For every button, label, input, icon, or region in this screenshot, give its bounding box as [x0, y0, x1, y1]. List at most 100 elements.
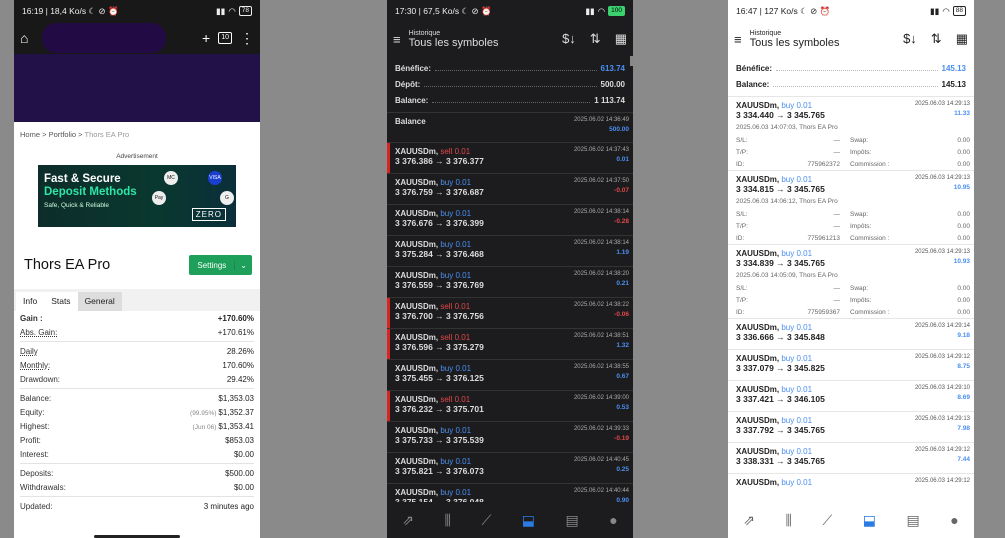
trade-symbol: XAUUSDm, [395, 240, 439, 249]
more-menu-icon[interactable]: ⋮ [240, 30, 254, 47]
trade-row[interactable]: XAUUSDm, sell 0.01 2025.06.02 14:38:22 3 3… [387, 297, 633, 328]
quotes-icon[interactable]: ⫼ [444, 512, 450, 529]
trade-row[interactable]: XAUUSDm, buy 0.01 2025.06.03 14:29:14 3 33… [728, 318, 974, 349]
trade-row[interactable]: XAUUSDm, buy 0.01 2025.06.02 14:38:14 3 37… [387, 204, 633, 235]
sort-icon[interactable]: ⇅ [590, 31, 601, 47]
detail-row: T/P: — Impôts: 0.00 [736, 146, 970, 158]
trade-prices: 3 338.331 → 3 345.765 [736, 456, 825, 466]
trade-date: 2025.06.03 14:29:12 [914, 354, 970, 360]
chart-icon[interactable]: ⟋ [481, 512, 491, 529]
status-bar: 16:47 | 127 Ko/s ☾ ⊘ ⏰ ▮▮ ◠ 88 [728, 0, 974, 22]
chevron-down-icon[interactable]: ⌄ [234, 260, 252, 270]
settings-button[interactable]: Settings ⌄ [189, 255, 252, 275]
menu-icon[interactable]: ≡ [734, 32, 742, 47]
breadcrumb-portfolio[interactable]: Portfolio [49, 130, 77, 139]
chat-icon[interactable]: ● [609, 512, 617, 528]
trade-row[interactable]: XAUUSDm, sell 0.01 2025.06.02 14:39:00 3 3… [387, 390, 633, 421]
detail-value: — [833, 148, 841, 156]
tab-info[interactable]: Info [16, 292, 45, 311]
stat-label[interactable]: Abs. Gain: [20, 328, 57, 337]
history-icon[interactable]: ⬓ [522, 512, 535, 529]
calendar-icon[interactable]: ▦ [956, 31, 968, 47]
phone-history-dark: 17:30 | 67,5 Ko/s ☾ ⊘ ⏰ ▮▮ ◠ 100 ≡ Histori… [387, 0, 633, 538]
stat-row: Daily 28.26% [20, 344, 254, 358]
detail-value: 0.00 [957, 296, 970, 304]
stat-label[interactable]: Daily [20, 347, 38, 356]
trade-row[interactable]: XAUUSDm, buy 0.01 2025.06.03 14:29:13 3 33… [728, 411, 974, 442]
trade-row[interactable]: XAUUSDm, buy 0.01 2025.06.03 14:29:13 3 33… [728, 170, 974, 196]
trade-row[interactable]: XAUUSDm, buy 0.01 2025.06.03 14:29:13 3 33… [728, 96, 974, 122]
detail-label: Impôts: [850, 222, 872, 230]
divider [20, 463, 254, 464]
calendar-icon[interactable]: ▦ [615, 31, 627, 47]
summary-value: 613.74 [600, 63, 625, 73]
trade-row[interactable]: XAUUSDm, buy 0.01 2025.06.02 14:38:14 3 37… [387, 235, 633, 266]
new-tab-icon[interactable]: + [202, 30, 210, 46]
news-icon[interactable]: ▤ [565, 512, 578, 529]
stat-value-wrap: $0.00 [234, 450, 254, 459]
tab-count-icon[interactable]: 10 [218, 32, 232, 44]
home-icon[interactable]: ⌂ [20, 30, 28, 46]
tab-bar: Info Stats General [14, 289, 260, 311]
tab-general[interactable]: General [77, 292, 122, 311]
history-icon[interactable]: ⬓ [863, 512, 876, 529]
detail-row: S/L: — Swap: 0.00 [736, 282, 970, 294]
trade-row[interactable]: XAUUSDm, buy 0.01 2025.06.02 14:38:20 3 37… [387, 266, 633, 297]
trade-side: buy 0.01 [440, 364, 472, 373]
stat-label: Equity: [20, 407, 45, 417]
header-title[interactable]: Tous les symboles [409, 37, 499, 49]
trade-date: 2025.06.03 14:29:13 [914, 175, 970, 181]
trade-side: buy 0.01 [440, 240, 472, 249]
trade-row[interactable]: XAUUSDm, buy 0.01 2025.06.02 14:39:33 3 37… [387, 421, 633, 452]
phone-browser: 16:19 | 18,4 Ko/s ☾ ⊘ ⏰ ▮▮ ◠ 78 ⌂ + 10 ⋮ H… [14, 0, 260, 538]
trade-line-2: 3 376.559 → 3 376.769 0.21 [395, 280, 629, 290]
trade-symbol: XAUUSDm, [736, 478, 780, 487]
trade-row[interactable]: XAUUSDm, sell 0.01 2025.06.02 14:38:51 3 3… [387, 328, 633, 359]
trade-row[interactable]: XAUUSDm, sell 0.01 2025.06.02 14:37:43 3 3… [387, 142, 633, 173]
trade-line-1: XAUUSDm, buy 0.01 2025.06.03 14:29:13 [736, 101, 970, 110]
trade-row[interactable]: XAUUSDm, buy 0.01 2025.06.02 14:40:45 3 37… [387, 452, 633, 483]
header-title[interactable]: Tous les symboles [750, 37, 840, 49]
balance-row[interactable]: Balance 2025.06.02 14:36:49 500.00 [387, 112, 633, 142]
stat-label: Updated: [20, 501, 53, 511]
stat-value-wrap: 3 minutes ago [204, 502, 254, 511]
trade-symbol: XAUUSDm, [736, 447, 780, 456]
chat-icon[interactable]: ● [950, 512, 958, 528]
trade-prices: 3 376.559 → 3 376.769 [395, 280, 484, 290]
mastercard-icon: MC [164, 171, 178, 185]
detail-row: S/L: — Swap: 0.00 [736, 134, 970, 146]
breadcrumb: Home > Portfolio > Thors EA Pro [20, 130, 130, 139]
detail-label: Swap: [850, 210, 869, 218]
trade-row[interactable]: XAUUSDm, buy 0.01 2025.06.03 14:29:10 3 33… [728, 380, 974, 411]
trade-row[interactable]: XAUUSDm, buy 0.01 2025.06.03 14:29:12 3 33… [728, 442, 974, 473]
zero-markets-logo: ZERO [191, 208, 226, 221]
trade-row[interactable]: XAUUSDm, buy 0.01 2025.06.03 14:29:12 [728, 473, 974, 504]
currency-filter-icon[interactable]: $↓ [562, 31, 576, 47]
quotes-icon[interactable]: ⫼ [785, 512, 791, 529]
trade-profit: 0.21 [616, 280, 629, 287]
chart-icon[interactable]: ⟋ [822, 512, 832, 529]
trade-prices: 3 336.666 → 3 345.848 [736, 332, 825, 342]
sort-icon[interactable]: ⇅ [931, 31, 942, 47]
site-header-banner [14, 54, 260, 122]
trade-date: 2025.06.03 14:29:13 [914, 416, 970, 422]
detail-label: ID: [736, 234, 745, 242]
tab-stats[interactable]: Stats [44, 292, 78, 311]
news-icon[interactable]: ▤ [906, 512, 919, 529]
bottom-nav: ⇗ ⫼ ⟋ ⬓ ▤ ● [728, 502, 974, 538]
trade-icon[interactable]: ⇗ [402, 512, 414, 529]
trade-row[interactable]: XAUUSDm, buy 0.01 2025.06.02 14:38:55 3 37… [387, 359, 633, 390]
currency-filter-icon[interactable]: $↓ [903, 31, 917, 47]
trade-icon[interactable]: ⇗ [743, 512, 755, 529]
trade-profit: -0.06 [614, 311, 629, 318]
menu-icon[interactable]: ≡ [393, 32, 401, 47]
trade-row[interactable]: XAUUSDm, buy 0.01 2025.06.03 14:29:13 3 33… [728, 244, 974, 270]
breadcrumb-home[interactable]: Home [20, 130, 40, 139]
stat-label[interactable]: Monthly: [20, 361, 50, 370]
trade-row[interactable]: XAUUSDm, buy 0.01 2025.06.03 14:29:12 3 33… [728, 349, 974, 380]
scrollbar[interactable] [630, 56, 633, 66]
trade-row[interactable]: XAUUSDm, buy 0.01 2025.06.02 14:37:50 3 37… [387, 173, 633, 204]
trade-profit: 0.67 [616, 373, 629, 380]
url-bar[interactable] [42, 23, 167, 53]
ad-banner[interactable]: Fast & Secure Deposit Methods Safe, Quic… [38, 165, 236, 227]
